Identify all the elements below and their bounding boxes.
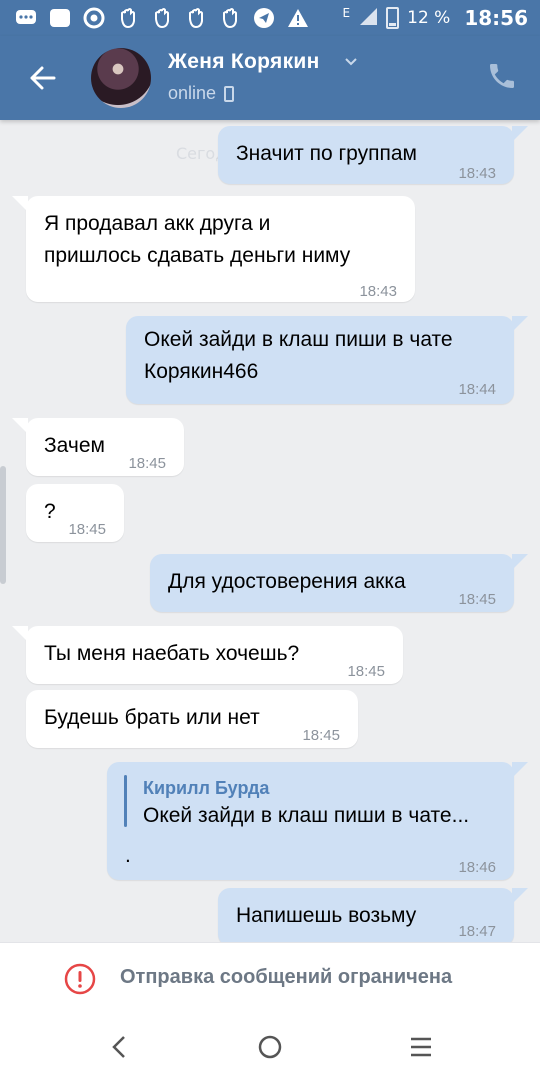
chrome-icon — [82, 7, 106, 29]
notification-icons — [14, 6, 310, 30]
chevron-down-icon[interactable] — [344, 54, 358, 68]
hand-icon — [150, 7, 174, 29]
battery-icon — [386, 7, 400, 29]
message-time: 18:45 — [68, 521, 106, 538]
telegram-icon — [252, 7, 276, 29]
message-text: . — [125, 844, 131, 867]
message-time: 18:45 — [347, 663, 385, 680]
messages-icon — [14, 7, 38, 29]
message-text-line2: пришлось сдавать деньги ниму — [44, 244, 351, 267]
app-icon — [48, 7, 72, 29]
message-text: Для удостоверения акка — [168, 570, 406, 593]
message-text: Ты меня наебать хочешь? — [44, 642, 300, 665]
back-arrow-icon[interactable] — [24, 58, 64, 98]
message-time: 18:45 — [458, 591, 496, 608]
hand-icon — [218, 7, 242, 29]
status-right: E 12 % 18:56 — [343, 0, 528, 36]
message-time: 18:47 — [458, 923, 496, 940]
message-list[interactable]: Сегод Значит по группам 18:43 Я продавал… — [0, 120, 540, 942]
message-time: 18:43 — [359, 283, 397, 300]
message-incoming[interactable]: Будешь брать или нет 18:45 — [26, 690, 358, 748]
status-bar: E 12 % 18:56 — [0, 0, 540, 36]
forwarded-text: Окей зайди в клаш пиши в чате... — [143, 804, 470, 827]
phone-call-icon[interactable] — [486, 60, 518, 92]
message-outgoing[interactable]: Напишешь возьму 18:47 — [218, 888, 528, 942]
warning-icon — [286, 7, 310, 29]
message-text: Будешь брать или нет — [44, 706, 260, 729]
message-time: 18:46 — [458, 859, 496, 876]
network-type-label: E — [342, 6, 351, 20]
online-label: online — [168, 83, 217, 103]
hand-icon — [184, 7, 208, 29]
message-text: Значит по группам — [236, 142, 417, 165]
message-incoming[interactable]: Я продавал акк друга и пришлось сдавать … — [12, 196, 415, 302]
message-text: Зачем — [44, 434, 105, 457]
clock: 18:56 — [464, 6, 528, 30]
scrollbar[interactable] — [0, 466, 6, 584]
avatar[interactable] — [91, 48, 151, 108]
message-incoming[interactable]: Ты меня наебать хочешь? 18:45 — [12, 626, 403, 684]
message-incoming[interactable]: Зачем 18:45 — [12, 418, 184, 476]
mobile-icon — [224, 85, 235, 102]
message-time: 18:45 — [128, 455, 166, 472]
chat-header: Женя Корякин online — [0, 36, 540, 120]
messaging-restricted-bar: Отправка сообщений ограничена — [0, 942, 540, 1014]
message-outgoing[interactable]: Окей зайди в клаш пиши в чате Корякин466… — [126, 316, 528, 404]
message-time: 18:43 — [458, 165, 496, 182]
forward-quote-bar — [124, 775, 127, 827]
message-incoming[interactable]: ? 18:45 — [26, 484, 124, 542]
message-text: Напишешь возьму — [236, 904, 417, 927]
exclamation-circle-icon — [64, 963, 96, 995]
nav-back-icon[interactable] — [105, 1032, 135, 1062]
nav-menu-icon[interactable] — [406, 1032, 436, 1062]
message-outgoing[interactable]: Значит по группам 18:43 — [218, 126, 528, 184]
message-text-line2: Корякин466 — [144, 360, 259, 383]
message-text: Я продавал акк друга и — [44, 212, 271, 235]
message-time: 18:44 — [458, 381, 496, 398]
system-nav-bar — [0, 1014, 540, 1080]
battery-level: 12 % — [407, 8, 451, 28]
message-outgoing[interactable]: Для удостоверения акка 18:45 — [150, 554, 528, 612]
restriction-text: Отправка сообщений ограничена — [120, 966, 453, 988]
hand-icon — [116, 7, 140, 29]
message-time: 18:45 — [302, 727, 340, 744]
message-text: ? — [44, 500, 56, 523]
signal-icon — [358, 6, 378, 31]
contact-name[interactable]: Женя Корякин — [168, 50, 320, 74]
nav-home-icon[interactable] — [255, 1032, 285, 1062]
online-status: online — [168, 83, 235, 104]
message-outgoing-forwarded[interactable]: Кирилл Бурда Окей зайди в клаш пиши в ча… — [107, 762, 528, 880]
message-text: Окей зайди в клаш пиши в чате — [144, 328, 453, 351]
